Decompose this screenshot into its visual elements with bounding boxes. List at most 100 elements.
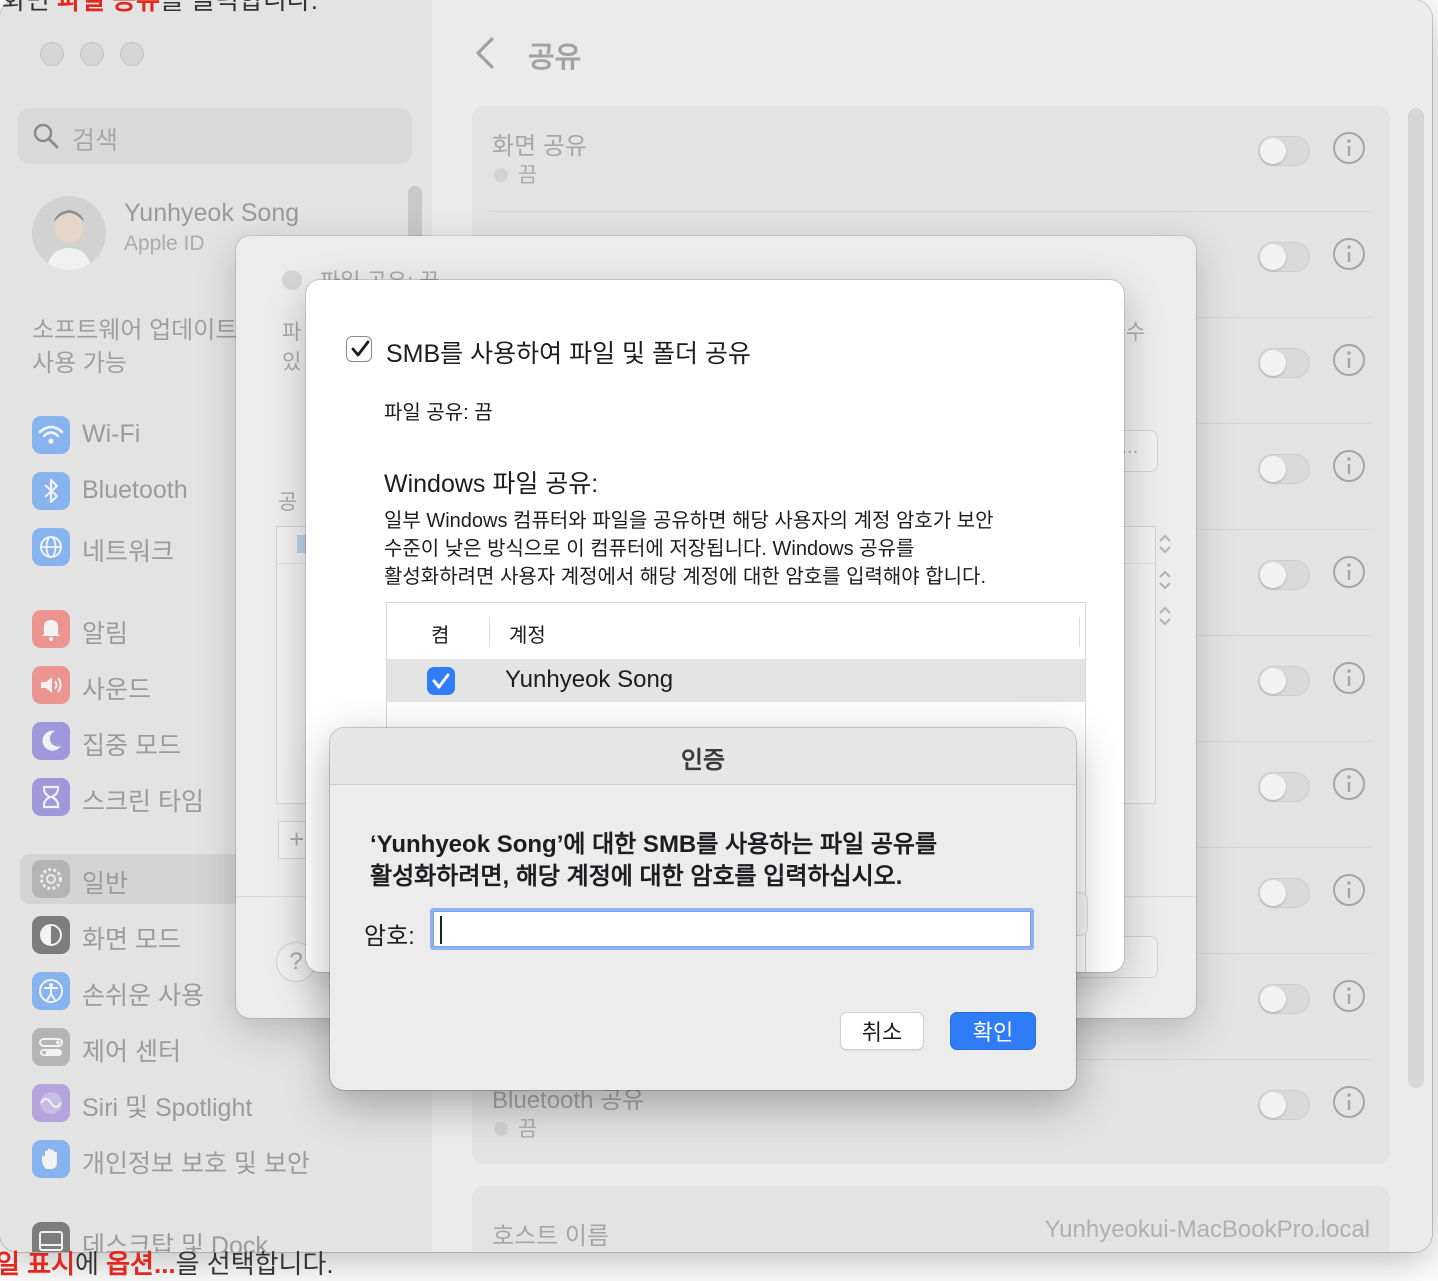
- search-icon: [33, 123, 59, 149]
- bluetooth-sharing-toggle[interactable]: [1258, 1090, 1310, 1120]
- column-header-on[interactable]: 켬: [431, 619, 449, 648]
- service-toggle[interactable]: [1258, 984, 1310, 1014]
- chevron-left-icon[interactable]: [472, 36, 498, 70]
- info-icon[interactable]: [1332, 237, 1366, 271]
- sidebar-item-label: Bluetooth: [82, 476, 188, 504]
- screen-sharing-toggle[interactable]: [1258, 136, 1310, 166]
- cancel-button[interactable]: 취소: [840, 1012, 924, 1050]
- column-divider: [489, 617, 490, 647]
- avatar[interactable]: [32, 196, 106, 270]
- appearance-icon: [32, 916, 70, 954]
- info-icon[interactable]: [1332, 131, 1366, 165]
- bell-icon: [32, 610, 70, 648]
- service-title: 화면 공유: [492, 133, 587, 160]
- bluetooth-icon: [32, 472, 70, 510]
- caption-text: 에: [74, 1249, 107, 1279]
- sidebar-item-label: 손쉬운 사용: [82, 982, 204, 1010]
- speaker-icon: [32, 666, 70, 704]
- software-update-notice[interactable]: 소프트웨어 업데이트: [32, 310, 237, 345]
- status-dot-icon: [494, 1122, 508, 1136]
- accessibility-icon: [32, 972, 70, 1010]
- host-name-label: 호스트 이름: [492, 1223, 610, 1250]
- search-field[interactable]: 검색: [18, 108, 412, 164]
- service-toggle[interactable]: [1258, 772, 1310, 802]
- info-icon[interactable]: [1332, 555, 1366, 589]
- sheet-description-fragment: 수: [1126, 321, 1146, 344]
- caption-text: 화면: [2, 0, 50, 15]
- sidebar-item-label: 네트워크: [82, 538, 175, 566]
- windows-sharing-description: 수준이 낮은 방식으로 이 컴퓨터에 저장됩니다. Windows 공유를: [384, 538, 915, 560]
- caption-highlight: 옵션...: [106, 1249, 176, 1279]
- info-icon[interactable]: [1332, 767, 1366, 801]
- service-toggle[interactable]: [1258, 454, 1310, 484]
- minimize-window-button[interactable]: [80, 42, 104, 66]
- authentication-dialog: 인증 ‘Yunhyeok Song’에 대한 SMB를 사용하는 파일 공유를 …: [330, 728, 1076, 1090]
- close-window-button[interactable]: [40, 42, 64, 66]
- status-dot-icon: [494, 168, 508, 182]
- windows-sharing-description: 활성화하려면 사용자 계정에서 해당 계정에 대한 암호를 입력해야 합니다.: [384, 566, 987, 588]
- caption-highlight: 일 표시: [0, 1249, 75, 1279]
- zoom-window-button[interactable]: [120, 42, 144, 66]
- file-sharing-status: 파일 공유: 끔: [384, 402, 493, 424]
- info-icon[interactable]: [1332, 449, 1366, 483]
- service-toggle[interactable]: [1258, 560, 1310, 590]
- checkmark-icon: [432, 673, 450, 689]
- service-toggle[interactable]: [1258, 242, 1310, 272]
- sidebar-item-label: 개인정보 보호 및 보안: [82, 1150, 310, 1178]
- moon-icon: [32, 722, 70, 760]
- siri-icon: [32, 1084, 70, 1122]
- sidebar-item-label: 제어 센터: [82, 1038, 181, 1066]
- sidebar-item-label: 집중 모드: [82, 732, 181, 760]
- profile-name[interactable]: Yunhyeok Song: [124, 199, 299, 228]
- service-toggle[interactable]: [1258, 878, 1310, 908]
- smb-checkbox[interactable]: [346, 336, 372, 362]
- service-toggle[interactable]: [1258, 666, 1310, 696]
- instruction-caption-bottom: 일 표시에 옵션...을 선택합니다.: [0, 1244, 334, 1281]
- wifi-icon: [32, 416, 70, 454]
- gear-icon: [32, 860, 70, 898]
- caption-text: 을 선택합니다.: [175, 1249, 334, 1279]
- sidebar-item-label: 일반: [82, 870, 129, 898]
- search-placeholder: 검색: [72, 127, 119, 155]
- stepper-icons[interactable]: [1157, 533, 1173, 625]
- info-icon[interactable]: [1332, 1085, 1366, 1119]
- caption-highlight: 파일 공유: [57, 0, 160, 15]
- column-header-account[interactable]: 계정: [509, 619, 546, 648]
- sidebar-item-label: 스크린 타임: [82, 788, 204, 816]
- account-name: Yunhyeok Song: [505, 666, 674, 693]
- info-icon[interactable]: [1332, 343, 1366, 377]
- windows-sharing-description: 일부 Windows 컴퓨터와 파일을 공유하면 해당 사용자의 계정 암호가 …: [384, 510, 994, 532]
- ok-button[interactable]: 확인: [950, 1012, 1036, 1050]
- software-update-available: 사용 가능: [32, 350, 127, 377]
- password-field[interactable]: [430, 908, 1034, 950]
- info-icon[interactable]: [1332, 979, 1366, 1013]
- sheet-description-fragment: 있: [282, 351, 302, 374]
- smb-checkbox-label[interactable]: SMB를 사용하여 파일 및 폴더 공유: [386, 334, 751, 370]
- checkmark-icon: [351, 340, 370, 357]
- info-icon[interactable]: [1332, 661, 1366, 695]
- table-row[interactable]: Yunhyeok Song: [387, 660, 1085, 702]
- host-name-card: 호스트 이름 Yunhyeokui-MacBookPro.local: [472, 1186, 1390, 1252]
- info-icon[interactable]: [1332, 873, 1366, 907]
- service-toggle[interactable]: [1258, 348, 1310, 378]
- text-cursor: [440, 916, 442, 944]
- control-center-icon: [32, 1028, 70, 1066]
- service-row-screen-sharing: 화면 공유 끔: [472, 106, 1390, 212]
- hand-icon: [32, 1140, 70, 1178]
- windows-sharing-title: Windows 파일 공유:: [384, 470, 599, 498]
- apple-id-label: Apple ID: [124, 232, 205, 255]
- shared-folders-label: 공: [278, 491, 298, 514]
- service-status: 끔: [518, 1118, 538, 1141]
- sidebar-item-hand[interactable]: 개인정보 보호 및 보안: [20, 1134, 412, 1184]
- content-scrollbar[interactable]: [1408, 108, 1424, 1088]
- account-enable-checkbox[interactable]: [427, 667, 455, 695]
- sidebar-item-label: Siri 및 Spotlight: [82, 1094, 253, 1122]
- sidebar-item-label: 화면 모드: [82, 926, 181, 954]
- dialog-message: ‘Yunhyeok Song’에 대한 SMB를 사용하는 파일 공유를: [370, 831, 938, 858]
- sidebar-item-label: 알림: [82, 620, 129, 648]
- sidebar-item-label: 사운드: [82, 676, 152, 704]
- sidebar-item-label: Wi-Fi: [82, 420, 141, 448]
- password-label: 암호:: [364, 923, 415, 950]
- instruction-caption-top: 화면 파일 공유를 클릭합니다.: [2, 0, 318, 17]
- service-status: 끔: [518, 164, 538, 187]
